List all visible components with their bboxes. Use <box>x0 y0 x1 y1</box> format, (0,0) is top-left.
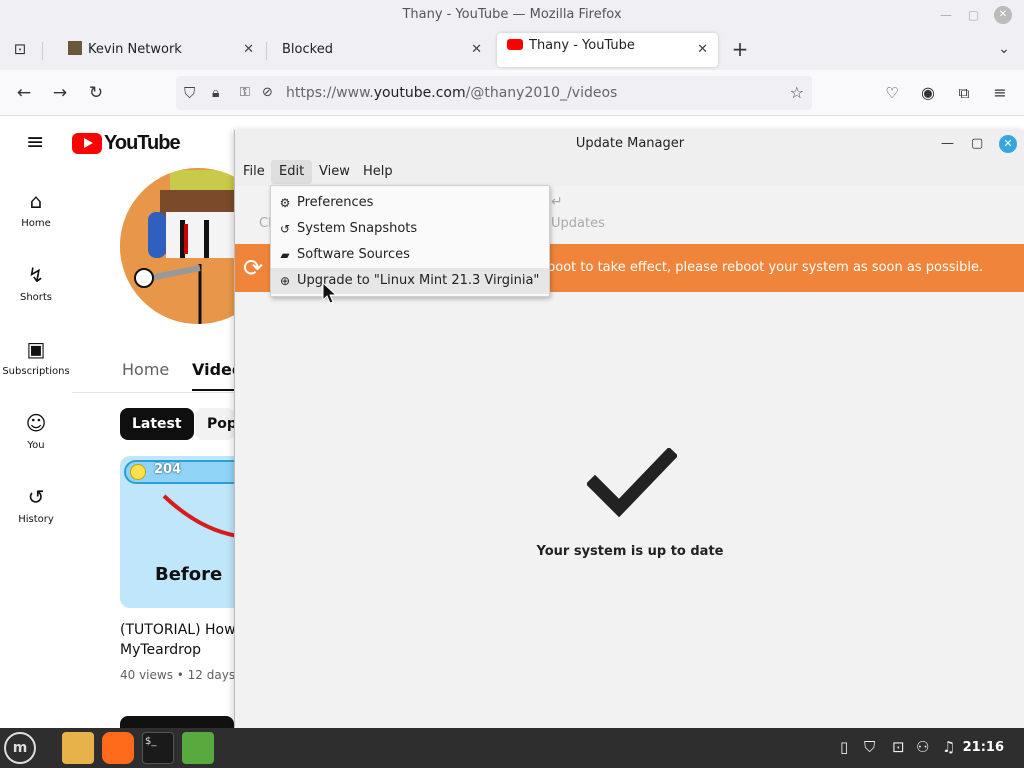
tab-bar: ⊡ Kevin Network ✕ Blocked ✕ Thany - YouT… <box>0 30 1024 70</box>
account-icon[interactable]: ◉ <box>914 80 942 106</box>
sidebar-item-history[interactable]: ↺ History <box>0 484 72 525</box>
tab-list-icon[interactable]: ⊡ <box>6 36 34 62</box>
menu-item-preferences[interactable]: ⚙ Preferences <box>271 190 549 216</box>
sidebar-item-shorts[interactable]: ↯ Shorts <box>0 262 72 303</box>
next-video-thumbnail[interactable] <box>120 716 234 728</box>
hamburger-menu-icon[interactable]: ≡ <box>26 130 44 155</box>
bookmark-star-icon[interactable]: ☆ <box>790 76 804 110</box>
home-icon: ⌂ <box>29 189 43 213</box>
window-titlebar: Thany - YouTube — Mozilla Firefox — ▢ ✕ <box>0 0 1024 30</box>
update-manager-titlebar: Update Manager — ▢ ✕ <box>235 130 1024 158</box>
tab-label: Thany - YouTube <box>529 38 635 53</box>
um-minimize-button[interactable]: — <box>941 130 954 158</box>
shield-tray-icon[interactable]: ⛉ <box>864 738 875 756</box>
um-maximize-button[interactable]: ▢ <box>971 130 983 158</box>
extensions-icon[interactable]: ⧉ <box>950 80 978 106</box>
refresh-icon: ⟳ <box>243 254 264 282</box>
shield-icon[interactable]: ⛉ <box>184 76 195 110</box>
url-text[interactable]: https://www.youtube.com/@thany2010_/vide… <box>286 76 617 110</box>
maximize-button[interactable]: ▢ <box>968 0 979 30</box>
menu-item-software-sources[interactable]: ▰ Software Sources <box>271 242 549 268</box>
shorts-icon: ↯ <box>27 263 45 287</box>
menu-help[interactable]: Help <box>355 160 401 184</box>
install-updates-icon: ↵ <box>551 194 563 210</box>
files-icon[interactable] <box>62 732 94 764</box>
firefox-icon[interactable] <box>102 732 134 764</box>
tracking-off-icon[interactable]: ⊘ <box>262 76 273 110</box>
youtube-favicon <box>507 39 523 50</box>
tab-label: Kevin Network <box>88 42 182 57</box>
menu-view[interactable]: View <box>311 160 358 184</box>
tab-youtube[interactable]: Thany - YouTube ✕ <box>497 33 718 67</box>
new-tab-icon[interactable]: + <box>726 36 754 62</box>
sidebar-item-home[interactable]: ⌂ Home <box>0 188 72 229</box>
tab-label: Blocked <box>282 42 333 57</box>
update-manager-title: Update Manager <box>575 136 685 151</box>
sound-tray-icon[interactable]: ♫ <box>942 738 955 756</box>
youtube-logo[interactable]: YouTube <box>72 132 181 154</box>
menu-icon[interactable]: ≡ <box>986 80 1014 106</box>
um-menubar: File Edit View Help <box>235 158 1024 186</box>
video-title[interactable]: (TUTORIAL) How t MyTeardrop <box>120 620 245 660</box>
tab-blocked[interactable]: Blocked ✕ <box>268 34 492 66</box>
list-all-tabs-icon[interactable]: ⌄ <box>990 36 1018 62</box>
menu-item-system-snapshots[interactable]: ↺ System Snapshots <box>271 216 549 242</box>
upgrade-icon: ⊕ <box>279 274 291 288</box>
mouse-cursor-icon <box>322 282 338 304</box>
pocket-icon[interactable]: ♡ <box>878 80 906 106</box>
clock[interactable]: 21:16 <box>963 728 1004 768</box>
edit-menu-dropdown: ⚙ Preferences ↺ System Snapshots ▰ Software… <box>270 185 550 297</box>
update-tray-icon[interactable]: ⊡ <box>892 738 905 756</box>
menu-item-upgrade[interactable]: ⊕ Upgrade to "Linux Mint 21.3 Virginia" <box>271 268 549 294</box>
menu-file[interactable]: File <box>235 160 273 184</box>
terminal-icon[interactable]: $_ <box>142 732 174 764</box>
install-updates-button[interactable]: Updates <box>551 216 605 231</box>
navigation-toolbar: ← → ↻ ⛉ 🔒︎ ⚿ ⊘ https://www.youtube.com/@… <box>0 70 1024 116</box>
network-tray-icon[interactable]: ⚇ <box>916 738 929 756</box>
channel-tab-home[interactable]: Home <box>122 360 169 379</box>
um-close-button[interactable]: ✕ <box>999 135 1017 153</box>
window-title: Thany - YouTube — Mozilla Firefox <box>402 7 622 22</box>
tab-close-icon[interactable]: ✕ <box>697 33 708 67</box>
status-message: Your system is up to date <box>536 544 724 559</box>
you-icon: ☺ <box>25 411 47 435</box>
forward-icon[interactable]: → <box>46 80 74 106</box>
chip-popular[interactable]: Pop <box>195 408 235 440</box>
sidebar-item-subscriptions[interactable]: ▣ Subscriptions <box>0 336 72 377</box>
taskbar: m $_ ▯ ⛉ ⊡ ⚇ ♫ 21:16 <box>0 728 1024 768</box>
package-icon: ▰ <box>280 248 290 262</box>
back-icon[interactable]: ← <box>10 80 38 106</box>
chip-latest[interactable]: Latest <box>120 408 194 440</box>
tab-close-icon[interactable]: ✕ <box>471 34 482 66</box>
url-bar[interactable]: ⛉ 🔒︎ ⚿ ⊘ https://www.youtube.com/@thany2… <box>176 76 812 110</box>
history-icon: ↺ <box>279 222 291 236</box>
lock-icon[interactable]: 🔒︎ <box>212 76 219 110</box>
window-close-button[interactable]: ✕ <box>994 6 1012 24</box>
history-icon: ↺ <box>27 485 45 509</box>
reload-icon[interactable]: ↻ <box>82 80 110 106</box>
menu-edit[interactable]: Edit <box>271 160 313 184</box>
shield-app-icon[interactable] <box>182 732 214 764</box>
gear-icon: ⚙ <box>279 196 291 210</box>
sidebar-item-you[interactable]: ☺ You <box>0 410 72 451</box>
permissions-icon[interactable]: ⚿ <box>240 76 250 110</box>
reboot-message: boot to take effect, please reboot your … <box>547 260 984 275</box>
mint-menu-icon[interactable]: m <box>4 732 36 764</box>
tab-kevin-network[interactable]: Kevin Network ✕ <box>54 34 264 66</box>
minimize-button[interactable]: — <box>940 0 952 30</box>
thumb-caption: Before <box>155 564 223 585</box>
youtube-play-icon <box>72 133 102 154</box>
channel-tabs-divider <box>72 392 234 393</box>
tab-close-icon[interactable]: ✕ <box>243 34 254 66</box>
notes-tray-icon[interactable]: ▯ <box>840 738 848 756</box>
subscriptions-icon: ▣ <box>26 337 46 361</box>
kevin-network-favicon <box>68 41 82 55</box>
checkmark-icon <box>587 448 677 518</box>
